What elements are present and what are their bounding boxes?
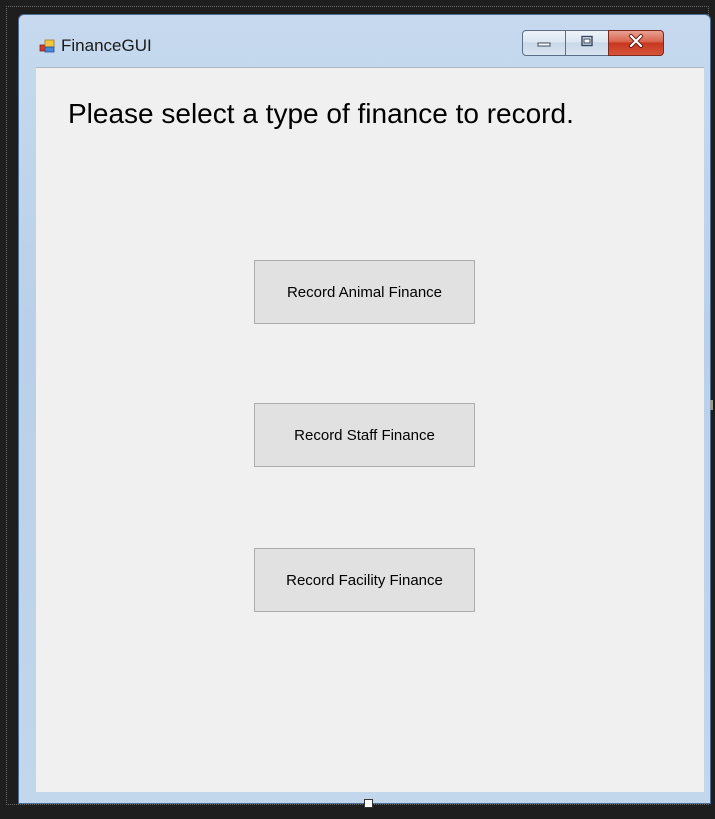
prompt-label: Please select a type of finance to recor… <box>68 98 574 129</box>
close-button[interactable] <box>608 30 664 56</box>
minimize-button[interactable] <box>522 30 566 56</box>
record-facility-finance-button[interactable]: Record Facility Finance <box>254 548 475 612</box>
title-bar[interactable]: FinanceGUI <box>19 15 710 67</box>
maximize-button[interactable] <box>565 30 609 56</box>
resize-handle[interactable] <box>364 799 373 808</box>
window-title: FinanceGUI <box>61 36 152 55</box>
record-staff-finance-button[interactable]: Record Staff Finance <box>254 403 475 467</box>
maximize-icon <box>580 34 594 52</box>
windows-form-icon <box>39 38 55 54</box>
record-animal-finance-button[interactable]: Record Animal Finance <box>254 260 475 324</box>
close-icon <box>628 33 644 53</box>
minimize-icon <box>537 34 551 52</box>
side-resize-grip[interactable] <box>710 400 713 410</box>
form-window: FinanceGUI Please select a type of finan… <box>18 14 711 804</box>
form-client-area: Please select a type of finance to recor… <box>36 67 704 792</box>
